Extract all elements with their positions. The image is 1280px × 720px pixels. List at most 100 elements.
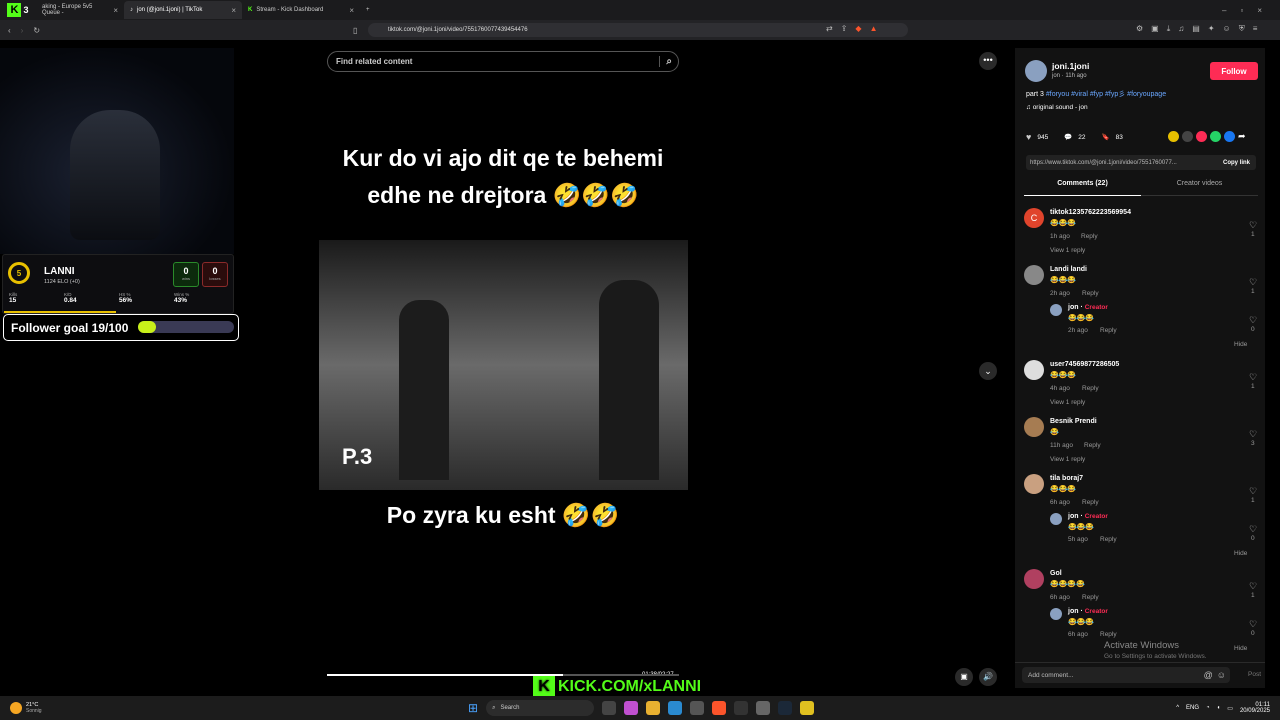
reply-button[interactable]: Reply (1082, 385, 1099, 392)
comment-like-icon[interactable]: ♡ (1249, 486, 1257, 497)
tab-kick-dashboard[interactable]: K Stream - Kick Dashboard × (242, 1, 360, 19)
comment-author[interactable]: Besnik Prendi (1050, 418, 1097, 425)
comment-icon[interactable]: 💬 (1064, 133, 1072, 141)
hide-replies[interactable]: Hide (1234, 550, 1247, 557)
reload-icon[interactable]: ↻ (33, 26, 40, 35)
add-comment-input[interactable]: Add comment... @ ☺ (1022, 667, 1230, 683)
view-replies[interactable]: View 1 reply (1050, 456, 1085, 463)
wifi-icon[interactable]: ◔ (1206, 705, 1210, 711)
reply-button[interactable]: Reply (1082, 499, 1099, 506)
tab-tiktok[interactable]: ♪ jon (@joni.1joni) | TikTok × (124, 1, 242, 19)
comment-author[interactable]: tiktok12357622235699​54 (1050, 209, 1131, 216)
reply-button[interactable]: Reply (1084, 442, 1101, 449)
app-icon[interactable] (800, 701, 815, 715)
follow-button[interactable]: Follow (1210, 62, 1258, 80)
copy-link-button[interactable]: Copy link (1223, 160, 1250, 166)
speaker-icon[interactable]: ◖ (1217, 705, 1221, 711)
reply-button[interactable]: Reply (1100, 536, 1117, 543)
steam-icon[interactable] (778, 701, 793, 715)
comment-like-icon[interactable]: ♡ (1249, 581, 1257, 592)
download-icon[interactable]: ⤓ (1167, 24, 1171, 34)
reply-author[interactable]: jon · Creator (1068, 304, 1108, 311)
extensions-icon[interactable]: ⚙ (1136, 24, 1143, 34)
comment-like-icon[interactable]: ♡ (1249, 372, 1257, 383)
comment-like-icon[interactable]: ♡ (1249, 277, 1257, 288)
avatar[interactable] (1050, 304, 1062, 316)
reply-button[interactable]: Reply (1100, 327, 1117, 334)
shield-icon[interactable]: ⛨ (1239, 24, 1245, 34)
file-explorer-icon[interactable] (646, 701, 661, 715)
tab-queue[interactable]: aking - Europe 5v5 Queue - × (36, 1, 124, 19)
weather-widget[interactable]: 21°C Sonnig (10, 702, 42, 714)
tab-creator-videos[interactable]: Creator videos (1141, 180, 1258, 196)
view-replies[interactable]: View 1 reply (1050, 399, 1085, 406)
comment-author[interactable]: tila boraj7 (1050, 475, 1083, 482)
post-sound[interactable]: ♫ original sound - jon (1026, 104, 1088, 111)
wallet-icon[interactable]: ▣ (1151, 24, 1159, 34)
post-hashtags[interactable]: #foryou #viral #fyp #fyp彡 #foryoupage (1046, 91, 1166, 98)
view-replies[interactable]: View 1 reply (1050, 247, 1085, 254)
settings-icon[interactable] (756, 701, 771, 715)
comment-like-icon[interactable]: ♡ (1249, 429, 1257, 440)
start-icon[interactable]: ⊞ (468, 701, 478, 715)
comment-author[interactable]: Landi landi (1050, 266, 1087, 273)
reply-button[interactable]: Reply (1100, 631, 1117, 638)
battery-icon[interactable]: ▭ (1227, 705, 1233, 712)
avatar[interactable] (1050, 513, 1062, 525)
whatsapp-icon[interactable] (1210, 131, 1221, 142)
like-icon[interactable]: ♥ (1026, 132, 1031, 142)
pip-icon[interactable]: ▣ (955, 668, 973, 686)
puzzle-icon[interactable]: ✦ (1208, 24, 1215, 34)
creator-avatar[interactable] (1025, 60, 1047, 82)
reply-like-icon[interactable]: ♡ (1249, 619, 1257, 630)
more-options-icon[interactable]: ••• (979, 52, 997, 70)
tab-comments[interactable]: Comments (22) (1024, 180, 1141, 196)
new-tab-button[interactable]: + (360, 1, 374, 19)
avatar[interactable] (1024, 474, 1044, 494)
reply-button[interactable]: Reply (1082, 594, 1099, 601)
brave-icon[interactable] (712, 701, 727, 715)
forward-icon[interactable]: › (21, 26, 24, 35)
avatar[interactable] (1024, 569, 1044, 589)
comment-like-icon[interactable]: ♡ (1249, 220, 1257, 231)
clock[interactable]: 01:11 20/09/2025 (1240, 702, 1270, 714)
comment-author[interactable]: user74569877286505 (1050, 361, 1119, 368)
comment-author[interactable]: Gol (1050, 570, 1062, 577)
task-view-icon[interactable] (602, 701, 617, 715)
post-comment-button[interactable]: Post (1248, 671, 1261, 678)
share-icon[interactable]: ⇪ (841, 24, 848, 33)
profile-icon[interactable]: ☺ (1223, 24, 1231, 34)
avatar[interactable] (1024, 360, 1044, 380)
creator-username[interactable]: joni.1joni (1052, 61, 1089, 71)
reply-button[interactable]: Reply (1081, 233, 1098, 240)
emoji-icon[interactable]: ☺ (1217, 670, 1226, 680)
video-search-input[interactable]: Find related content ⌕ (327, 51, 679, 72)
facebook-icon[interactable] (1224, 131, 1235, 142)
avatar[interactable] (1050, 608, 1062, 620)
friends-share-icon[interactable] (1168, 131, 1179, 142)
hide-replies[interactable]: Hide (1234, 341, 1247, 348)
maximize-icon[interactable]: ▫ (1240, 6, 1243, 15)
menu-icon[interactable]: ≡ (1253, 24, 1258, 34)
obs-icon[interactable] (734, 701, 749, 715)
hide-replies[interactable]: Hide (1234, 645, 1247, 652)
translate-icon[interactable]: ⇄ (826, 24, 833, 33)
taskbar-search[interactable]: ⌕ Search (486, 700, 595, 716)
more-share-icon[interactable]: ➦ (1238, 131, 1246, 142)
next-video-icon[interactable]: ⌄ (979, 362, 997, 380)
language-indicator[interactable]: ENG (1186, 705, 1199, 711)
tray-chevron-icon[interactable]: ^ (1176, 705, 1179, 711)
back-icon[interactable]: ‹ (8, 26, 11, 35)
avatar[interactable]: C (1024, 208, 1044, 228)
avatar[interactable] (1024, 417, 1044, 437)
music-icon[interactable]: ♫ (1178, 24, 1184, 34)
embed-icon[interactable] (1182, 131, 1193, 142)
avatar[interactable] (1024, 265, 1044, 285)
bookmark-icon[interactable]: ▯ (353, 26, 357, 35)
edge-icon[interactable] (668, 701, 683, 715)
reply-like-icon[interactable]: ♡ (1249, 315, 1257, 326)
store-icon[interactable] (690, 701, 705, 715)
send-icon[interactable] (1196, 131, 1207, 142)
reply-like-icon[interactable]: ♡ (1249, 524, 1257, 535)
brave-shield-icon[interactable]: ◆ (855, 24, 861, 33)
